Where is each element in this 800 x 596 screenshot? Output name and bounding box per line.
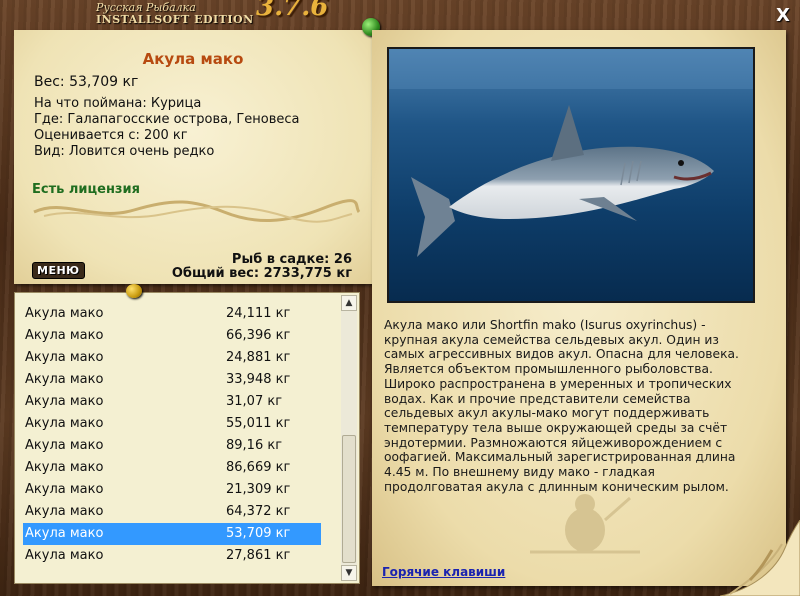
fish-weight: Вес: 53,709 кг [34, 74, 139, 90]
fish-name-title: Акула мако [142, 50, 244, 68]
list-item[interactable]: Акула мако 24,111 кг [23, 303, 321, 325]
ornament-flourish [33, 199, 361, 223]
list-item-weight: 86,669 кг [226, 460, 291, 475]
version-number: 3.7.6 [256, 0, 329, 22]
list-item-name: Акула мако [25, 548, 104, 563]
keepnet-count: Рыб в садке: 26 [231, 252, 352, 267]
list-item-weight: 24,111 кг [226, 306, 291, 321]
list-item-name: Акула мако [25, 460, 104, 475]
list-item-weight: 89,16 кг [226, 438, 283, 453]
menu-button[interactable]: МЕНЮ [32, 262, 85, 279]
close-button[interactable]: X [773, 6, 793, 26]
list-item-name: Акула мако [25, 438, 104, 453]
list-item-name: Акула мако [25, 416, 104, 431]
list-item[interactable]: Акула мако 86,669 кг [23, 457, 321, 479]
location-info: Где: Галапагосские острова, Геновеса [34, 112, 300, 127]
list-item-name: Акула мако [25, 482, 104, 497]
list-item-weight: 21,309 кг [226, 482, 291, 497]
fish-list[interactable]: Акула мако 24,111 кг Акула мако 66,396 кг … [14, 292, 360, 584]
list-item-name: Акула мако [25, 372, 104, 387]
list-item-name: Акула мако [25, 306, 104, 321]
list-item[interactable]: Акула мако 55,011 кг [23, 413, 321, 435]
list-item-weight: 24,881 кг [226, 350, 291, 365]
list-item[interactable]: Акула мако 31,07 кг [23, 391, 321, 413]
license-status: Есть лицензия [32, 182, 140, 197]
bait-info: На что поймана: Курица [34, 96, 202, 111]
scroll-down-icon[interactable]: ▼ [341, 565, 357, 581]
list-item-weight: 31,07 кг [226, 394, 283, 409]
list-item-selected[interactable]: Акула мако 53,709 кг [23, 523, 321, 545]
title-bar: Русская Рыбалка INSTALLSOFT EDITION 3.7.… [0, 0, 800, 30]
app-logo: Русская Рыбалка INSTALLSOFT EDITION 3.7.… [96, 0, 328, 26]
list-item[interactable]: Акула мако 33,948 кг [23, 369, 321, 391]
list-item[interactable]: Акула мако 27,861 кг [23, 545, 321, 567]
list-item[interactable]: Акула мако 21,309 кг [23, 479, 321, 501]
list-item-name: Акула мако [25, 394, 104, 409]
price-info: Оценивается с: 200 кг [34, 128, 188, 143]
list-item[interactable]: Акула мако 24,881 кг [23, 347, 321, 369]
list-item-name: Акула мако [25, 504, 104, 519]
fish-photo [387, 47, 755, 303]
hotkeys-link[interactable]: Горячие клавиши [382, 565, 505, 579]
list-item-name: Акула мако [25, 328, 104, 343]
catch-info-panel: Акула мако Вес: 53,709 кг На что поймана… [14, 30, 372, 284]
list-item-weight: 55,011 кг [226, 416, 291, 431]
list-item-name: Акула мако [25, 350, 104, 365]
list-item-weight: 33,948 кг [226, 372, 291, 387]
brass-pin-icon [126, 284, 142, 298]
scroll-up-icon[interactable]: ▲ [341, 295, 357, 311]
list-item-weight: 53,709 кг [226, 526, 291, 541]
page-curl-corner [720, 520, 800, 596]
fish-description-text: Акула мако или Shortfin mako (Isurus oxy… [384, 318, 739, 494]
list-item-name: Акула мако [25, 526, 104, 541]
rarity-info: Вид: Ловится очень редко [34, 144, 215, 159]
logo-edition: INSTALLSOFT EDITION [96, 13, 254, 26]
list-item[interactable]: Акула мако 89,16 кг [23, 435, 321, 457]
list-scrollbar[interactable]: ▲ ▼ [341, 295, 357, 581]
list-item[interactable]: Акула мако 64,372 кг [23, 501, 321, 523]
list-item-weight: 64,372 кг [226, 504, 291, 519]
shark-illustration [389, 49, 753, 257]
keepnet-total-weight: Общий вес: 2733,775 кг [171, 266, 352, 281]
fisherman-emblem-icon [530, 494, 640, 554]
list-item-weight: 27,861 кг [226, 548, 291, 563]
list-item[interactable]: Акула мако 66,396 кг [23, 325, 321, 347]
list-item-weight: 66,396 кг [226, 328, 291, 343]
scroll-thumb[interactable] [342, 435, 356, 563]
fish-description-panel: Акула мако или Shortfin mako (Isurus oxy… [372, 30, 786, 586]
